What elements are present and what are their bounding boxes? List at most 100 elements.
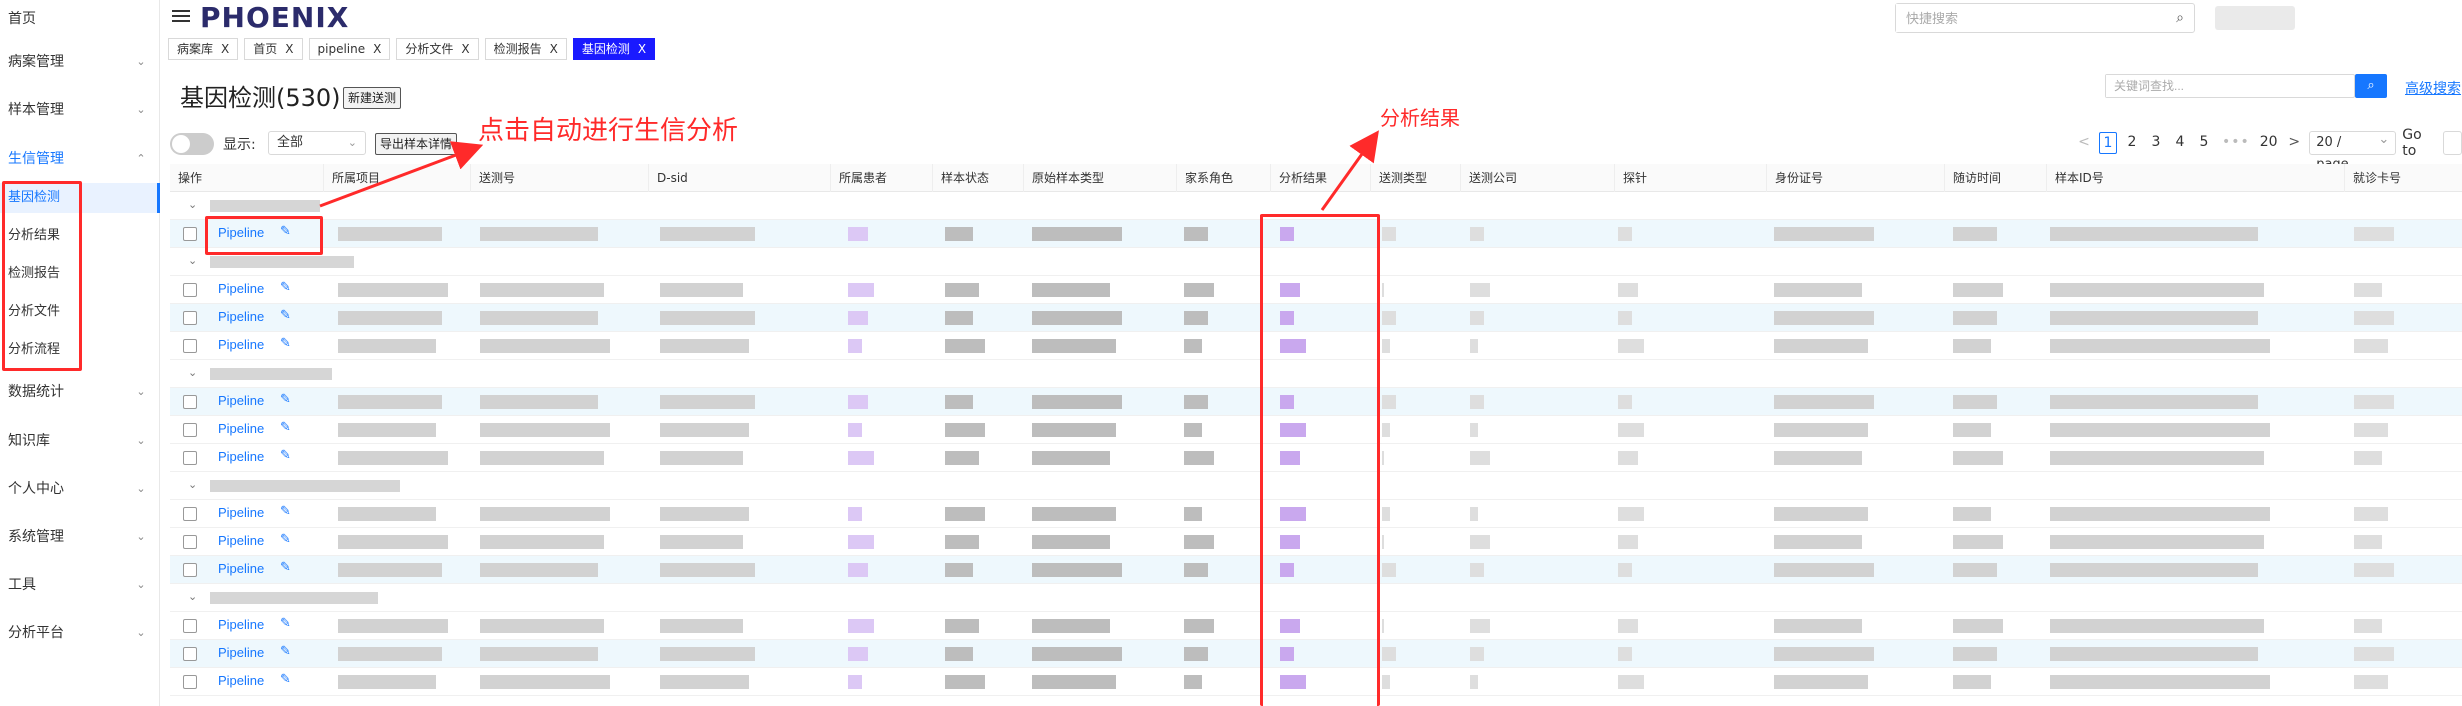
row-checkbox[interactable] bbox=[183, 311, 197, 325]
pipeline-link[interactable]: Pipeline bbox=[218, 337, 264, 352]
keyword-search-input[interactable] bbox=[2106, 75, 2346, 97]
sidebar-subitem-analysis-results[interactable]: 分析结果 bbox=[8, 223, 148, 249]
pipeline-link[interactable]: Pipeline bbox=[218, 505, 264, 520]
col-header-family-role[interactable]: 家系角色 bbox=[1176, 164, 1233, 192]
chevron-down-icon[interactable]: ⌄ bbox=[188, 254, 197, 267]
row-checkbox[interactable] bbox=[183, 423, 197, 437]
search-icon[interactable]: ⌕ bbox=[2176, 10, 2184, 26]
edit-icon[interactable]: ✎ bbox=[280, 448, 291, 463]
show-filter-select[interactable]: 全部 ⌄ bbox=[268, 131, 366, 155]
page-button-4[interactable]: 4 bbox=[2171, 132, 2189, 154]
edit-icon[interactable]: ✎ bbox=[280, 224, 291, 239]
sidebar-item-home[interactable]: 首页 bbox=[8, 6, 148, 32]
edit-icon[interactable]: ✎ bbox=[280, 420, 291, 435]
col-header-analysis-result[interactable]: 分析结果 bbox=[1270, 164, 1327, 192]
edit-icon[interactable]: ✎ bbox=[280, 392, 291, 407]
edit-icon[interactable]: ✎ bbox=[280, 672, 291, 687]
page-ellipsis[interactable]: ••• bbox=[2219, 132, 2251, 154]
col-header-test-type[interactable]: 送测类型 bbox=[1370, 164, 1427, 192]
col-header-dsid[interactable]: D-sid bbox=[648, 164, 688, 192]
sidebar-item-personal-center[interactable]: 个人中心 ⌄ bbox=[8, 476, 148, 502]
col-header-test-company[interactable]: 送测公司 bbox=[1460, 164, 1517, 192]
col-header-followup-time[interactable]: 随访时间 bbox=[1944, 164, 2001, 192]
user-avatar[interactable] bbox=[2215, 6, 2295, 30]
pipeline-link[interactable]: Pipeline bbox=[218, 225, 264, 240]
pipeline-link[interactable]: Pipeline bbox=[218, 673, 264, 688]
sidebar-item-bioinfo-management[interactable]: 生信管理 ⌃ bbox=[8, 146, 148, 172]
col-header-sample-status[interactable]: 样本状态 bbox=[932, 164, 989, 192]
pipeline-link[interactable]: Pipeline bbox=[218, 393, 264, 408]
edit-icon[interactable]: ✎ bbox=[280, 532, 291, 547]
page-button-1[interactable]: 1 bbox=[2099, 132, 2117, 154]
chevron-down-icon[interactable]: ⌄ bbox=[188, 590, 197, 603]
sidebar-item-knowledge-base[interactable]: 知识库 ⌄ bbox=[8, 428, 148, 454]
close-icon[interactable]: X bbox=[638, 39, 646, 59]
menu-toggle-icon[interactable] bbox=[172, 7, 190, 25]
pipeline-link[interactable]: Pipeline bbox=[218, 533, 264, 548]
row-checkbox[interactable] bbox=[183, 507, 197, 521]
row-checkbox[interactable] bbox=[183, 395, 197, 409]
pipeline-link[interactable]: Pipeline bbox=[218, 561, 264, 576]
sidebar-item-sample-management[interactable]: 样本管理 ⌄ bbox=[8, 97, 148, 123]
edit-icon[interactable]: ✎ bbox=[280, 308, 291, 323]
pipeline-link[interactable]: Pipeline bbox=[218, 281, 264, 296]
chevron-down-icon[interactable]: ⌄ bbox=[188, 366, 197, 379]
sidebar-subitem-gene-test[interactable]: 基因检测 bbox=[8, 185, 148, 211]
row-checkbox[interactable] bbox=[183, 535, 197, 549]
col-header-sample-id[interactable]: 样本ID号 bbox=[2046, 164, 2104, 192]
tab-home[interactable]: 首页 X bbox=[244, 38, 303, 60]
edit-icon[interactable]: ✎ bbox=[280, 616, 291, 631]
page-button-5[interactable]: 5 bbox=[2195, 132, 2213, 154]
edit-icon[interactable]: ✎ bbox=[280, 644, 291, 659]
col-header-probe[interactable]: 探针 bbox=[1614, 164, 1647, 192]
pipeline-link[interactable]: Pipeline bbox=[218, 449, 264, 464]
row-checkbox[interactable] bbox=[183, 675, 197, 689]
row-checkbox[interactable] bbox=[183, 339, 197, 353]
tab-case-library[interactable]: 病案库 X bbox=[168, 38, 239, 60]
close-icon[interactable]: X bbox=[373, 39, 381, 59]
col-header-id-number[interactable]: 身份证号 bbox=[1766, 164, 1823, 192]
page-button-3[interactable]: 3 bbox=[2147, 132, 2165, 154]
advanced-search-link[interactable]: 高级搜索 bbox=[2405, 78, 2461, 98]
col-header-test-no[interactable]: 送测号 bbox=[470, 164, 515, 192]
export-sample-details-button[interactable]: 导出样本详情 bbox=[375, 133, 458, 155]
close-icon[interactable]: X bbox=[461, 39, 469, 59]
tab-analysis-files[interactable]: 分析文件 X bbox=[396, 38, 479, 60]
page-size-select[interactable]: 20 / page bbox=[2309, 129, 2397, 172]
sidebar-subitem-test-reports[interactable]: 检测报告 bbox=[8, 261, 148, 287]
sidebar-subitem-analysis-pipeline[interactable]: 分析流程 bbox=[8, 337, 148, 363]
page-button-last[interactable]: 20 bbox=[2257, 132, 2280, 154]
row-checkbox[interactable] bbox=[183, 451, 197, 465]
keyword-search-button[interactable]: ⌕ bbox=[2355, 74, 2387, 98]
edit-icon[interactable]: ✎ bbox=[280, 560, 291, 575]
tab-pipeline[interactable]: pipeline X bbox=[308, 38, 391, 60]
new-test-button[interactable]: 新建送测 bbox=[343, 87, 402, 109]
tab-gene-test[interactable]: 基因检测 X bbox=[572, 38, 656, 60]
row-checkbox[interactable] bbox=[183, 563, 197, 577]
quick-search-input[interactable] bbox=[1896, 4, 2156, 32]
row-checkbox[interactable] bbox=[183, 647, 197, 661]
pipeline-link[interactable]: Pipeline bbox=[218, 617, 264, 632]
sidebar-item-case-management[interactable]: 病案管理 ⌄ bbox=[8, 49, 148, 75]
sidebar-subitem-analysis-files[interactable]: 分析文件 bbox=[8, 299, 148, 325]
edit-icon[interactable]: ✎ bbox=[280, 336, 291, 351]
goto-page-input[interactable] bbox=[2443, 131, 2462, 155]
sidebar-item-analysis-platform[interactable]: 分析平台 ⌄ bbox=[8, 620, 148, 646]
close-icon[interactable]: X bbox=[550, 39, 558, 59]
close-icon[interactable]: X bbox=[285, 39, 293, 59]
pipeline-link[interactable]: Pipeline bbox=[218, 645, 264, 660]
row-checkbox[interactable] bbox=[183, 619, 197, 633]
prev-page-button[interactable]: < bbox=[2075, 132, 2093, 154]
pipeline-link[interactable]: Pipeline bbox=[218, 309, 264, 324]
page-button-2[interactable]: 2 bbox=[2123, 132, 2141, 154]
chevron-down-icon[interactable]: ⌄ bbox=[188, 198, 197, 211]
close-icon[interactable]: X bbox=[221, 39, 229, 59]
col-header-sample-type[interactable]: 原始样本类型 bbox=[1023, 164, 1104, 192]
sidebar-item-system-management[interactable]: 系统管理 ⌄ bbox=[8, 524, 148, 550]
col-header-patient[interactable]: 所属患者 bbox=[830, 164, 887, 192]
col-header-card-no[interactable]: 就诊卡号 bbox=[2344, 164, 2401, 192]
row-checkbox[interactable] bbox=[183, 283, 197, 297]
edit-icon[interactable]: ✎ bbox=[280, 504, 291, 519]
display-toggle-switch[interactable] bbox=[170, 133, 214, 155]
sidebar-item-statistics[interactable]: 数据统计 ⌄ bbox=[8, 379, 148, 405]
